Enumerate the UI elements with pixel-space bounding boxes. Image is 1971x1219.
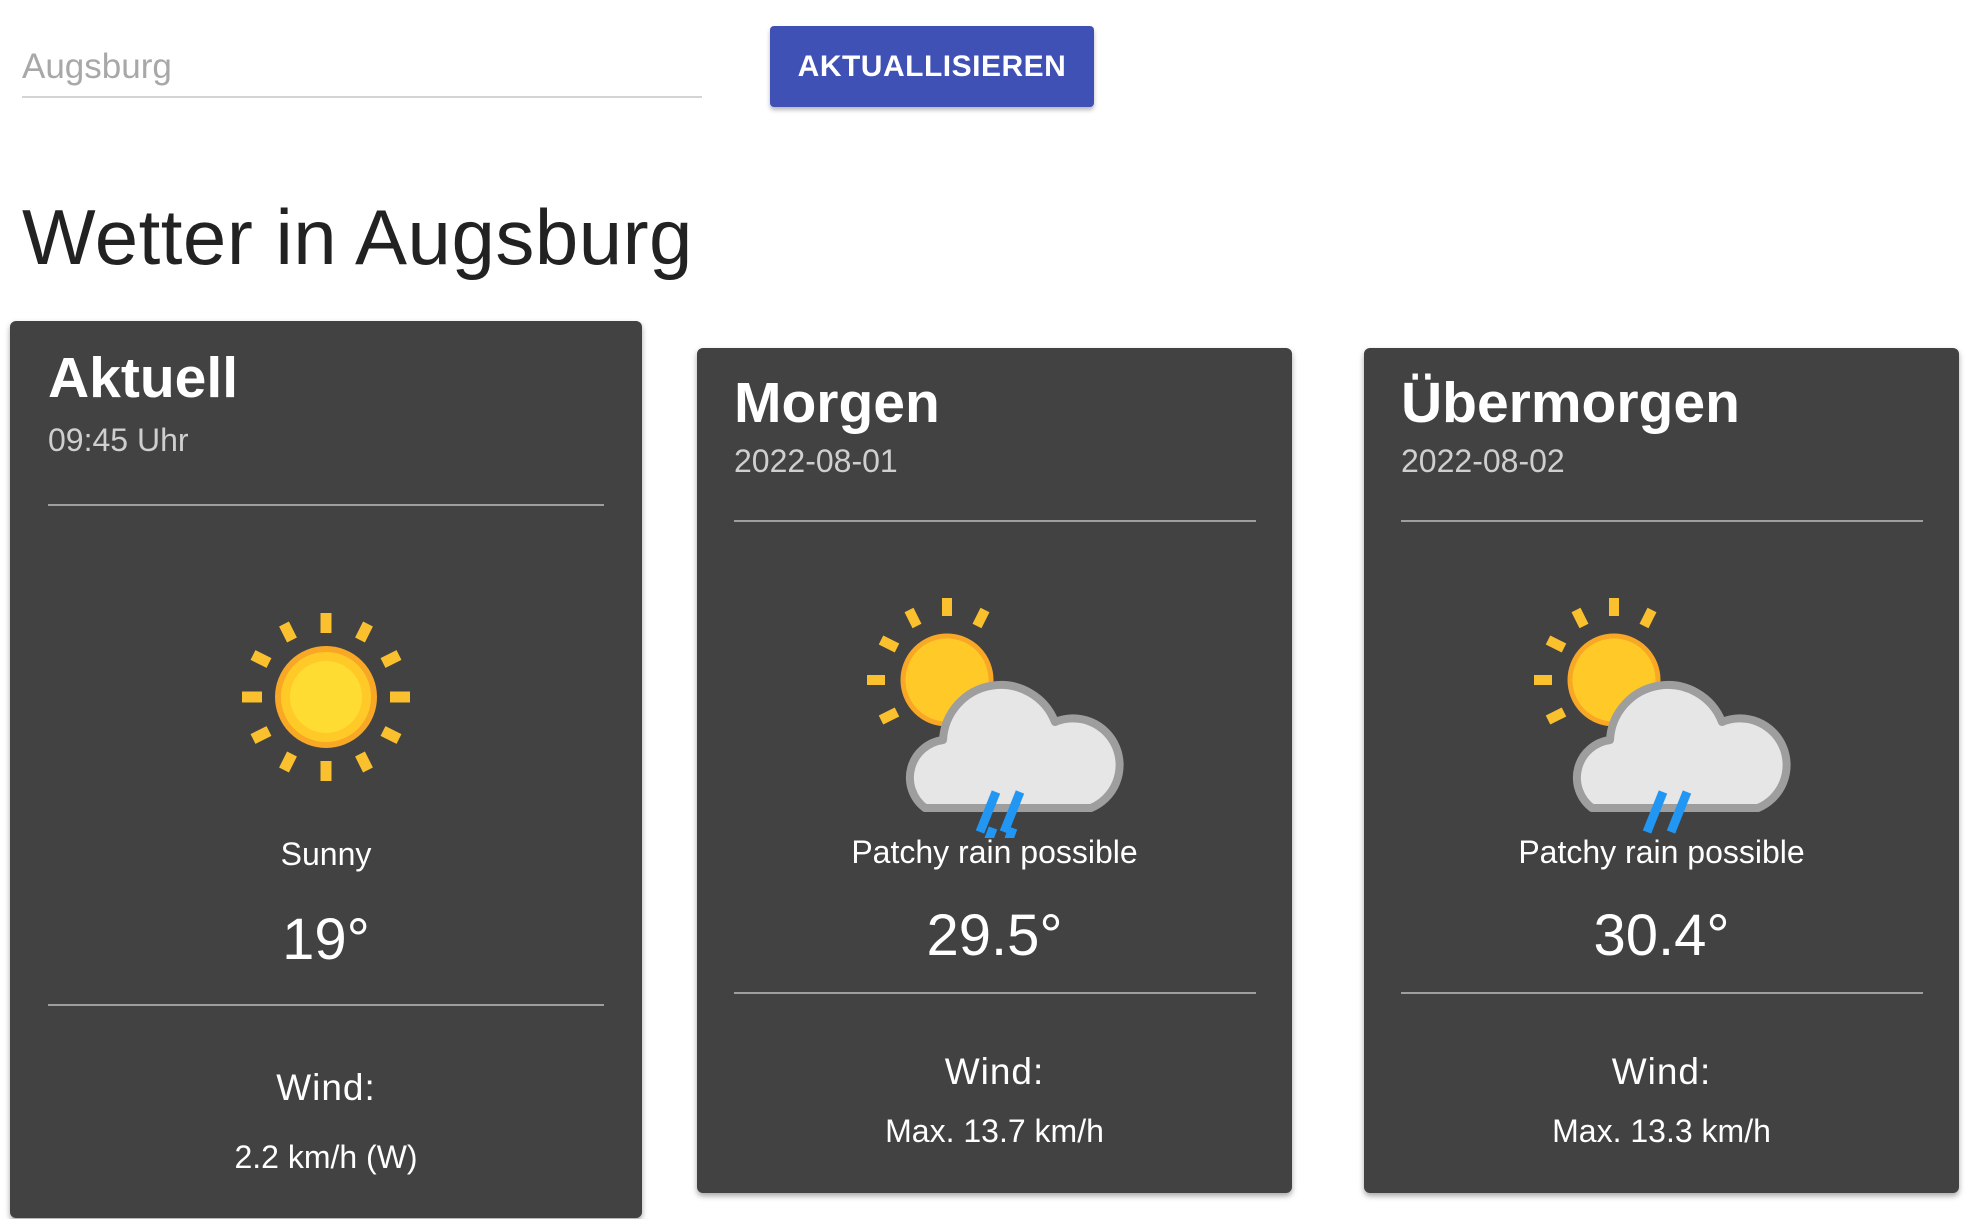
city-search-field[interactable] [22, 40, 702, 98]
wind-label: Wind: [944, 1051, 1045, 1092]
card-time: 09:45 Uhr [48, 422, 189, 458]
page-title: Wetter in Augsburg [22, 193, 693, 281]
weather-condition: Patchy rain possible [1518, 834, 1805, 870]
weather-condition: Patchy rain possible [851, 834, 1138, 870]
raindrops-icon [974, 790, 1034, 834]
card-title: Aktuell [48, 346, 239, 410]
card-title: Übermorgen [1401, 371, 1740, 435]
wind-label: Wind: [1611, 1051, 1712, 1092]
temperature: 19° [282, 907, 370, 972]
temperature: 30.4° [1593, 903, 1730, 968]
day-after-tomorrow-weather-card: Übermorgen 2022-08-02 Patchy rain possib… [1364, 348, 1959, 1193]
sun-icon [238, 609, 414, 785]
current-weather-card: Aktuell 09:45 Uhr Sunny 19° Wind: 2.2 km… [10, 321, 642, 1218]
wind-label: Wind: [276, 1067, 376, 1108]
weather-condition: Sunny [280, 836, 372, 872]
card-title: Morgen [734, 371, 940, 435]
wind-value: Max. 13.3 km/h [1552, 1113, 1771, 1149]
card-divider [48, 1004, 604, 1006]
tomorrow-weather-card: Morgen 2022-08-01 Patchy rain possible 2… [697, 348, 1292, 1193]
wind-value: 2.2 km/h (W) [234, 1139, 418, 1175]
temperature: 29.5° [926, 903, 1063, 968]
card-divider [734, 520, 1256, 522]
card-divider [1401, 520, 1923, 522]
card-date: 2022-08-01 [734, 443, 898, 479]
refresh-button[interactable]: AKTUALLISIEREN [770, 26, 1094, 107]
raindrops-icon [1641, 790, 1701, 834]
card-date: 2022-08-02 [1401, 443, 1565, 479]
card-divider [1401, 992, 1923, 994]
card-divider [734, 992, 1256, 994]
card-divider [48, 504, 604, 506]
wind-value: Max. 13.7 km/h [885, 1113, 1104, 1149]
city-search-input[interactable] [22, 40, 702, 94]
